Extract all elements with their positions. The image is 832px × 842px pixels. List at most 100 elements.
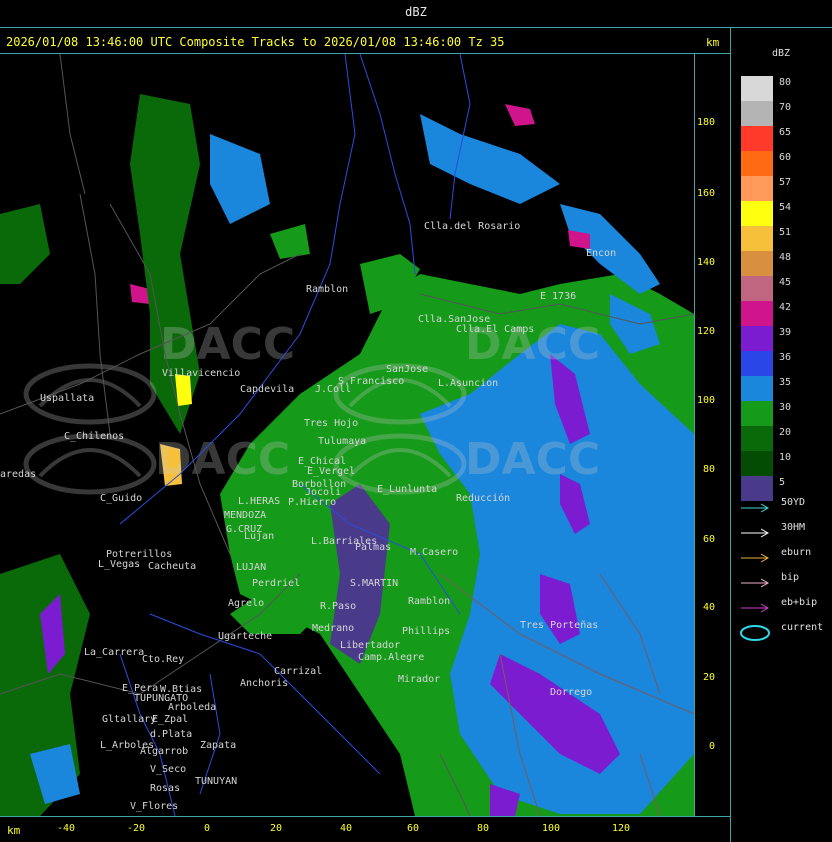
legend-swatch-label: 57 [779, 177, 792, 188]
place-label: TUNUYAN [195, 776, 237, 787]
legend-swatch-label: 35 [779, 377, 792, 388]
echo-35dbz [420, 114, 560, 204]
place-label: Agrelo [228, 598, 264, 609]
x-tick-label: 0 [204, 823, 211, 834]
place-label: SanJose [386, 364, 428, 375]
place-label: Clla.El Camps [456, 324, 534, 335]
place-label: Palmas [355, 542, 391, 553]
echo-42dbz [505, 104, 535, 126]
place-label: Mirador [398, 674, 440, 685]
dbz-legend: dBZ 80 70 65 60 57 54 51 48 45 42 39 36 35 30 20 10 5 50… [731, 28, 832, 842]
y-tick-label: 20 [703, 672, 716, 683]
legend-swatch [741, 451, 773, 476]
place-label: LUJAN [236, 562, 266, 573]
place-label: L.HERAS [238, 496, 280, 507]
place-label: Tulumaya [318, 436, 366, 447]
legend-swatch [741, 426, 773, 451]
place-label: Phillips [402, 626, 450, 637]
frame-map-bottom [0, 816, 731, 817]
place-label: Cacheuta [148, 561, 196, 572]
legend-swatch-label: 51 [779, 227, 792, 238]
legend-swatch [741, 376, 773, 401]
track-label: 30HM [781, 522, 806, 533]
frame-top [0, 27, 832, 28]
legend-swatch [741, 301, 773, 326]
legend-swatch-label: 80 [779, 77, 792, 88]
y-tick-label: 100 [697, 395, 716, 406]
place-label: E_Vergel [307, 466, 355, 477]
km-label-bottom: km [7, 824, 21, 837]
legend-swatch [741, 151, 773, 176]
place-label: E_Zpal [152, 714, 188, 725]
place-label: Medrano [312, 623, 354, 634]
place-label: Clla.del Rosario [424, 221, 520, 232]
place-label: La_Carrera [84, 647, 144, 658]
place-label: Ugarteche [218, 631, 272, 642]
legend-swatch-label: 65 [779, 127, 792, 138]
track-label: eb+bip [781, 597, 818, 608]
place-label: S.Francisco [338, 376, 404, 387]
place-label: C_Guido [100, 493, 142, 504]
x-tick-label: -40 [57, 823, 76, 834]
legend-swatch [741, 276, 773, 301]
track-arrow-icon [739, 574, 773, 593]
place-label: S.MARTIN [350, 578, 398, 589]
place-label: Perdriel [252, 578, 300, 589]
place-label: MENDOZA [224, 510, 266, 521]
top-title: dBZ [405, 5, 427, 19]
x-tick-label: 120 [612, 823, 631, 834]
km-label-top: km [706, 36, 720, 49]
legend-swatch-label: 10 [779, 452, 792, 463]
place-label: Carrizal [274, 666, 322, 677]
echo-20dbz [0, 204, 50, 284]
track-label: current [781, 622, 824, 633]
place-label: L.Asuncion [438, 378, 498, 389]
y-tick-label: 60 [703, 534, 716, 545]
legend-swatch-label: 54 [779, 202, 792, 213]
composite-track-header: 2026/01/08 13:46:00 UTC Composite Tracks… [6, 35, 505, 49]
legend-swatch [741, 251, 773, 276]
current-ellipse-icon [739, 624, 773, 646]
legend-swatch-label: 48 [779, 252, 792, 263]
place-label: C_Chilenos [64, 431, 124, 442]
place-label: Ramblon [408, 596, 450, 607]
echo-30dbz [270, 224, 310, 259]
legend-swatch [741, 126, 773, 151]
legend-swatch [741, 476, 773, 501]
track-arrow-icon [739, 499, 773, 518]
x-tick-label: 20 [270, 823, 283, 834]
radar-map-svg: DACC DACC DACC DACC Clla.del RosarioEnco… [0, 54, 694, 816]
place-label: Arboleda [168, 702, 216, 713]
legend-swatch [741, 176, 773, 201]
legend-title: dBZ [772, 48, 791, 59]
place-label: V_Flores [130, 801, 178, 812]
place-label: L_Vegas [98, 559, 140, 570]
place-label: R.Paso [320, 601, 356, 612]
place-label: E 1736 [540, 291, 576, 302]
legend-swatch-label: 42 [779, 302, 792, 313]
place-label: Gltallary [102, 714, 156, 725]
y-tick-label: 120 [697, 326, 716, 337]
radar-map[interactable]: DACC DACC DACC DACC Clla.del Rosario Enc… [0, 54, 694, 816]
track-arrow-icon [739, 524, 773, 543]
y-tick-label: 40 [703, 602, 716, 613]
y-tick-label: 180 [697, 117, 716, 128]
place-label: Lujan [244, 531, 274, 542]
legend-swatch [741, 326, 773, 351]
svg-text:DACC: DACC [160, 319, 295, 370]
place-label: d.Plata [150, 729, 192, 740]
legend-swatch-label: 5 [779, 477, 786, 488]
place-label: Algarrob [140, 746, 188, 757]
legend-swatch-label: 20 [779, 427, 792, 438]
svg-text:DACC: DACC [465, 434, 600, 485]
place-label: Camp.Alegre [358, 652, 424, 663]
place-label: Reducción [456, 492, 510, 504]
legend-swatch [741, 226, 773, 251]
x-tick-label: 100 [542, 823, 561, 834]
y-tick-label: 160 [697, 188, 716, 199]
place-label: Tres Hojo [304, 418, 358, 429]
legend-swatch [741, 351, 773, 376]
legend-swatch [741, 101, 773, 126]
y-tick-label: 80 [703, 464, 716, 475]
place-label: Ramblon [306, 284, 348, 295]
